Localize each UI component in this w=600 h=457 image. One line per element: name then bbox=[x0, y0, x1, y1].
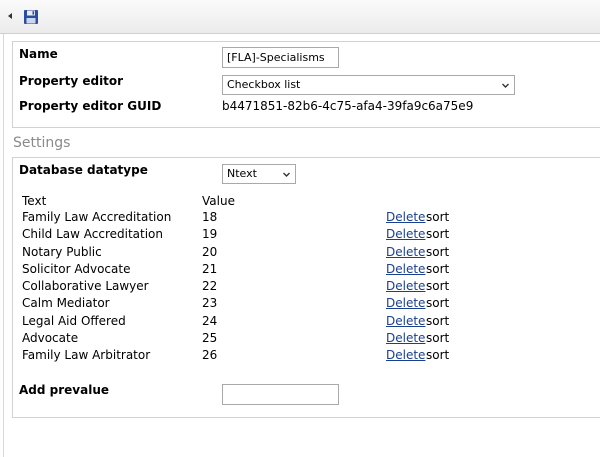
sort-handle[interactable]: sort bbox=[426, 279, 449, 293]
delete-link[interactable]: Delete bbox=[386, 348, 425, 362]
sort-handle[interactable]: sort bbox=[426, 210, 449, 224]
table-row: Collaborative Lawyer 22 Delete sort bbox=[13, 279, 600, 296]
guid-label: Property editor GUID bbox=[19, 99, 162, 113]
table-row: Legal Aid Offered 24 Delete sort bbox=[13, 314, 600, 331]
row-text: Notary Public bbox=[22, 245, 102, 259]
row-text: Child Law Accreditation bbox=[22, 227, 163, 241]
sort-handle[interactable]: sort bbox=[426, 348, 449, 362]
delete-link[interactable]: Delete bbox=[386, 314, 425, 328]
row-value: 25 bbox=[202, 331, 218, 345]
row-value: 21 bbox=[202, 262, 218, 276]
row-text: Legal Aid Offered bbox=[22, 314, 126, 328]
row-text: Family Law Arbitrator bbox=[22, 348, 151, 362]
sort-handle[interactable]: sort bbox=[426, 296, 449, 310]
row-text: Collaborative Lawyer bbox=[22, 279, 149, 293]
row-text: Family Law Accreditation bbox=[22, 210, 172, 224]
table-row: Child Law Accreditation 19 Delete sort bbox=[13, 227, 600, 244]
add-prevalue-input[interactable] bbox=[222, 384, 339, 405]
toolbar bbox=[0, 0, 600, 34]
general-properties-panel: Name Property editor Checkbox list Prope… bbox=[12, 41, 600, 128]
row-value: 24 bbox=[202, 314, 218, 328]
settings-panel: Database datatype Ntext Text Value Famil… bbox=[12, 157, 600, 418]
chevron-down-icon bbox=[502, 83, 509, 88]
row-text: Advocate bbox=[22, 331, 79, 345]
column-header-text: Text bbox=[22, 194, 47, 208]
caret-left-icon[interactable] bbox=[8, 13, 12, 19]
sort-handle[interactable]: sort bbox=[426, 331, 449, 345]
chevron-down-icon bbox=[283, 172, 290, 177]
table-row: Advocate 25 Delete sort bbox=[13, 331, 600, 348]
row-value: 18 bbox=[202, 210, 218, 224]
row-value: 22 bbox=[202, 279, 218, 293]
row-value: 19 bbox=[202, 227, 218, 241]
delete-link[interactable]: Delete bbox=[386, 262, 425, 276]
delete-link[interactable]: Delete bbox=[386, 331, 425, 345]
table-row: Family Law Arbitrator 26 Delete sort bbox=[13, 348, 600, 365]
delete-link[interactable]: Delete bbox=[386, 210, 425, 224]
name-label: Name bbox=[19, 47, 58, 61]
db-datatype-selected: Ntext bbox=[227, 167, 257, 180]
row-value: 20 bbox=[202, 245, 218, 259]
delete-link[interactable]: Delete bbox=[386, 245, 425, 259]
property-editor-selected: Checkbox list bbox=[227, 78, 301, 91]
row-text: Solicitor Advocate bbox=[22, 262, 131, 276]
table-row: Calm Mediator 23 Delete sort bbox=[13, 296, 600, 313]
property-editor-label: Property editor bbox=[19, 74, 124, 88]
sort-handle[interactable]: sort bbox=[426, 262, 449, 276]
db-datatype-label: Database datatype bbox=[19, 163, 148, 177]
guid-value: b4471851-82b6-4c75-afa4-39fa9c6a75e9 bbox=[222, 99, 474, 113]
row-text: Calm Mediator bbox=[22, 296, 110, 310]
add-prevalue-label: Add prevalue bbox=[19, 383, 110, 397]
column-header-value: Value bbox=[202, 194, 235, 208]
sort-handle[interactable]: sort bbox=[426, 314, 449, 328]
db-datatype-select[interactable]: Ntext bbox=[222, 164, 296, 184]
table-row: Notary Public 20 Delete sort bbox=[13, 245, 600, 262]
delete-link[interactable]: Delete bbox=[386, 279, 425, 293]
table-row: Solicitor Advocate 21 Delete sort bbox=[13, 262, 600, 279]
left-divider bbox=[3, 34, 4, 457]
sort-handle[interactable]: sort bbox=[426, 245, 449, 259]
sort-handle[interactable]: sort bbox=[426, 227, 449, 241]
settings-heading: Settings bbox=[13, 135, 71, 151]
name-input[interactable] bbox=[222, 47, 339, 68]
row-value: 23 bbox=[202, 296, 218, 310]
floppy-disk-icon[interactable] bbox=[23, 9, 39, 25]
property-editor-select[interactable]: Checkbox list bbox=[222, 75, 515, 95]
delete-link[interactable]: Delete bbox=[386, 296, 425, 310]
row-value: 26 bbox=[202, 348, 218, 362]
table-row: Family Law Accreditation 18 Delete sort bbox=[13, 210, 600, 227]
delete-link[interactable]: Delete bbox=[386, 227, 425, 241]
